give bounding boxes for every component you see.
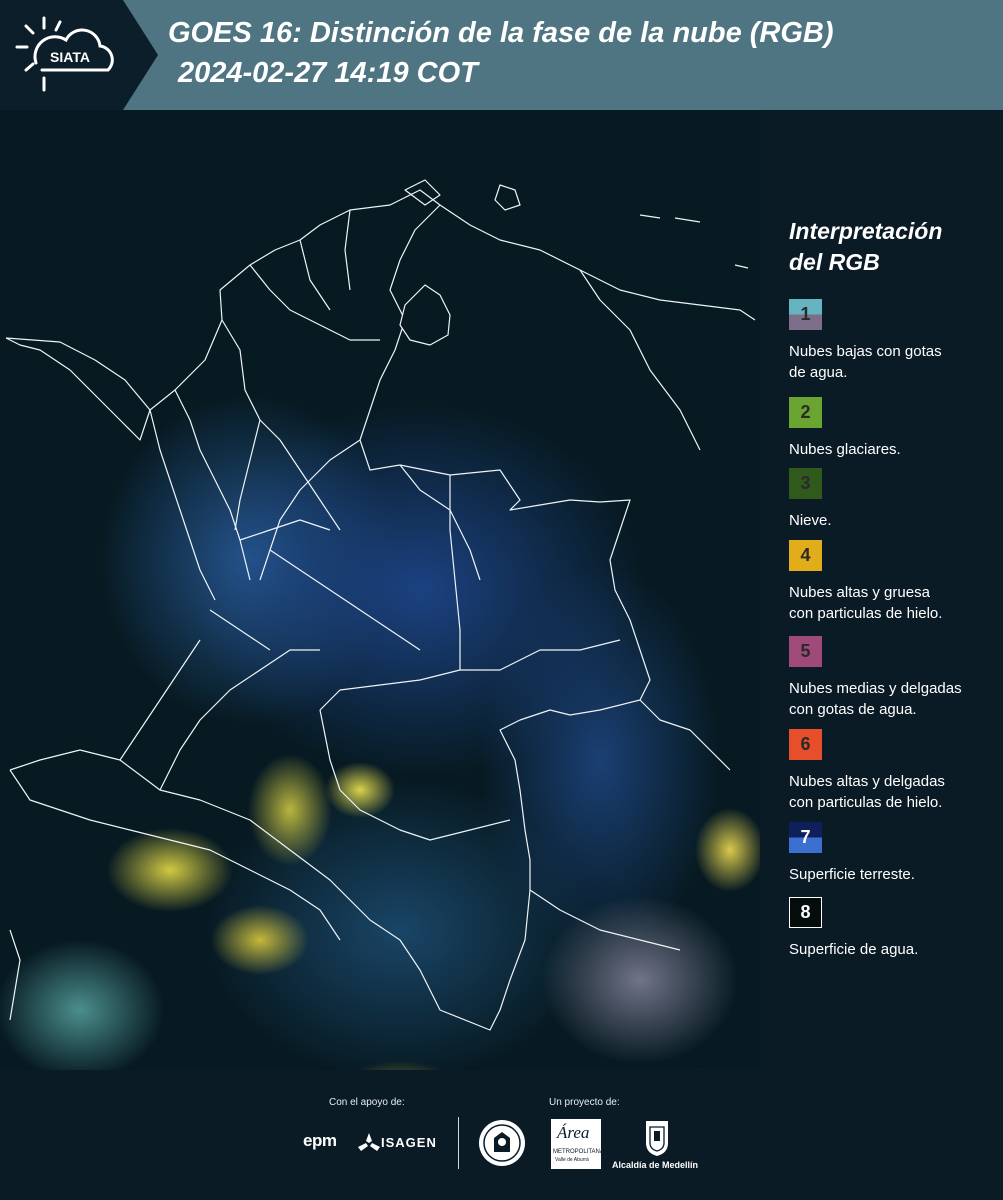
country-borders <box>5 179 756 1031</box>
alcaldia-medellin-label: Alcaldía de Medellín <box>612 1160 699 1170</box>
legend-swatch-3: 3 <box>789 468 822 499</box>
legend-label-3: Nieve. <box>789 512 832 529</box>
logo-text: SIATA <box>50 49 90 65</box>
legend-item-5: 5 Nubes medias y delgadas con gotas de ag… <box>789 636 989 720</box>
footer-divider <box>458 1117 459 1169</box>
isagen-logo: ISAGEN <box>381 1135 437 1150</box>
legend-swatch-1: 1 <box>789 299 822 330</box>
legend-label-7: Superficie terreste. <box>789 866 915 883</box>
legend-label-8: Superficie de agua. <box>789 941 919 958</box>
project-label: Un proyecto de: <box>549 1097 620 1108</box>
legend-label-5: Nubes medias y delgadas con gotas de agua… <box>789 680 962 718</box>
legend-title-line1: Interpretación <box>789 218 943 244</box>
university-seal-icon <box>479 1120 525 1166</box>
legend-item-1: 1 Nubes bajas con gotas de agua. <box>789 299 989 383</box>
legend-title: Interpretación del RGB <box>789 216 989 278</box>
legend-title-line2: del RGB <box>789 249 880 275</box>
legend-swatch-8: 8 <box>789 897 822 928</box>
legend-swatch-5: 5 <box>789 636 822 667</box>
venezuela-border <box>439 204 756 321</box>
legend-swatch-4: 4 <box>789 540 822 571</box>
logo-tab: SIATA <box>0 0 158 110</box>
panama-coast <box>5 337 151 441</box>
legend-item-7: 7 Superficie terreste. <box>789 822 989 885</box>
legend-label-1: Nubes bajas con gotas de agua. <box>789 343 942 381</box>
legend-label-4: Nubes altas y gruesa con particulas de hi… <box>789 584 943 622</box>
satellite-map <box>0 110 760 1070</box>
lake-maracaibo <box>399 284 451 346</box>
legend-item-6: 6 Nubes altas y delgadas con particulas d… <box>789 729 989 813</box>
legend-item-2: 2 Nubes glaciares. <box>789 397 989 460</box>
header-bar: SIATA GOES 16: Distinción de la fase de … <box>0 0 1003 110</box>
medellin-shield-icon <box>646 1121 668 1156</box>
epm-logo: epm <box>303 1131 337 1150</box>
legend-item-8: 8 Superficie de agua. <box>789 897 989 960</box>
support-label: Con el apoyo de: <box>329 1097 405 1108</box>
ecuador-peru-border <box>9 769 341 941</box>
page-timestamp: 2024-02-27 14:19 COT <box>178 57 478 89</box>
legend-item-3: 3 Nieve. <box>789 468 989 531</box>
legend-label-6: Nubes altas y delgadas con particulas de … <box>789 773 945 811</box>
legend-item-4: 4 Nubes altas y gruesa con particulas de … <box>789 540 989 624</box>
area-metropolitana-logo: Área METROPOLITANA Valle de Aburrá <box>551 1119 604 1169</box>
legend-label-2: Nubes glaciares. <box>789 441 901 458</box>
legend-swatch-7: 7 <box>789 822 822 853</box>
colombia-border <box>5 189 651 1031</box>
page-title: GOES 16: Distinción de la fase de la nub… <box>168 17 834 49</box>
legend-swatch-2: 2 <box>789 397 822 428</box>
isagen-icon <box>358 1133 380 1151</box>
legend-swatch-6: 6 <box>789 729 822 760</box>
